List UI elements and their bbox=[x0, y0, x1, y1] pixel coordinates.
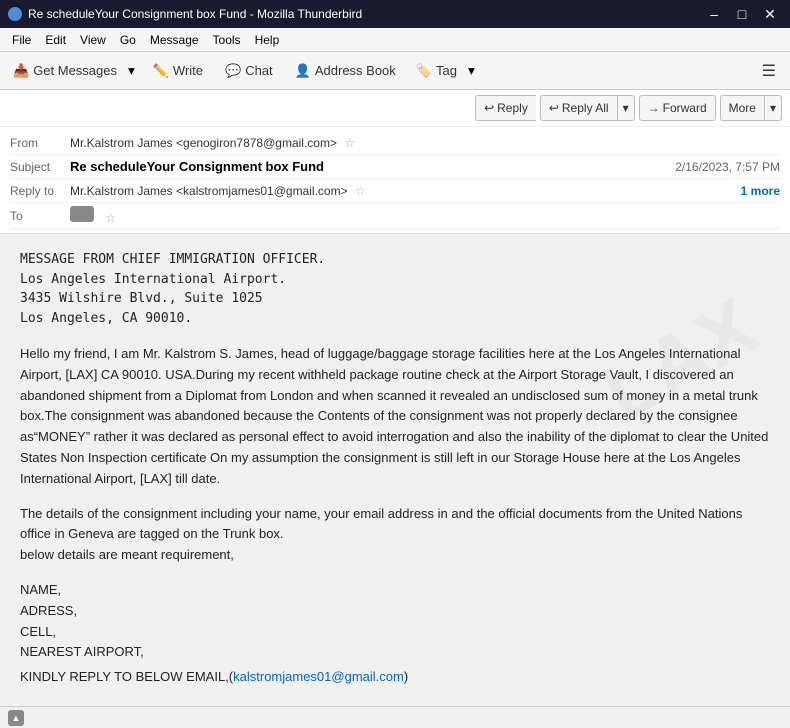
forward-button[interactable]: → Forward bbox=[639, 95, 716, 121]
chat-button[interactable]: 💬 Chat bbox=[216, 56, 282, 86]
email-list: NAME, ADRESS, CELL, NEAREST AIRPORT, bbox=[20, 580, 770, 663]
from-star-icon[interactable]: ☆ bbox=[344, 136, 355, 150]
reply-to-label: Reply to bbox=[10, 184, 70, 198]
wifi-symbol: ▲ bbox=[12, 713, 21, 723]
email-paragraph-3: Once I confirm you as the actual recipie… bbox=[20, 702, 770, 706]
forward-label: Forward bbox=[663, 101, 707, 115]
subject-value: Re scheduleYour Consignment box Fund bbox=[70, 159, 675, 174]
status-bar: ▲ bbox=[0, 706, 790, 728]
from-row: From Mr.Kalstrom James <genogiron7878@gm… bbox=[10, 131, 780, 155]
email-preformatted: MESSAGE FROM CHIEF IMMIGRATION OFFICER. … bbox=[0, 234, 790, 344]
reply-all-label: Reply All bbox=[562, 101, 609, 115]
address-book-button[interactable]: 👤 Address Book bbox=[286, 56, 405, 86]
menu-message[interactable]: Message bbox=[144, 31, 205, 49]
menu-file[interactable]: File bbox=[6, 31, 37, 49]
subject-label: Subject bbox=[10, 160, 70, 174]
from-label: From bbox=[10, 136, 70, 150]
menu-view[interactable]: View bbox=[74, 31, 112, 49]
reply-to-star-icon[interactable]: ☆ bbox=[355, 184, 366, 198]
reply-to-value: Mr.Kalstrom James <kalstromjames01@gmail… bbox=[70, 184, 741, 198]
write-icon: ✏️ bbox=[153, 63, 169, 79]
from-text: Mr.Kalstrom James <genogiron7878@gmail.c… bbox=[70, 136, 337, 150]
menu-bar: File Edit View Go Message Tools Help bbox=[0, 28, 790, 52]
reply-all-arrow[interactable]: ▾ bbox=[617, 95, 635, 121]
email-content-area: LAX MESSAGE FROM CHIEF IMMIGRATION OFFIC… bbox=[0, 234, 790, 706]
menu-go[interactable]: Go bbox=[114, 31, 142, 49]
get-messages-arrow[interactable]: ▾ bbox=[123, 56, 140, 86]
menu-help[interactable]: Help bbox=[249, 31, 286, 49]
close-button[interactable]: ✕ bbox=[758, 5, 782, 23]
hamburger-button[interactable]: ☰ bbox=[754, 57, 784, 85]
tag-arrow[interactable]: ▾ bbox=[463, 56, 480, 86]
get-messages-button[interactable]: 📥 Get Messages bbox=[6, 56, 123, 86]
email-fields: From Mr.Kalstrom James <genogiron7878@gm… bbox=[0, 127, 790, 233]
email-action-toolbar: ↩ Reply ↩ Reply All ▾ → Forward More ▾ bbox=[0, 90, 790, 127]
main-toolbar: 📥 Get Messages ▾ ✏️ Write 💬 Chat 👤 Addre… bbox=[0, 52, 790, 90]
reply-all-group: ↩ Reply All ▾ bbox=[540, 95, 635, 121]
reply-button[interactable]: ↩ Reply bbox=[475, 95, 536, 121]
reply-email-link[interactable]: kalstromjames01@gmail.com bbox=[233, 669, 404, 684]
email-paragraph-2: The details of the consignment including… bbox=[20, 504, 770, 566]
email-kindly-line: KINDLY REPLY TO BELOW EMAIL,(kalstromjam… bbox=[20, 667, 770, 688]
reply-label: Reply bbox=[497, 101, 528, 115]
title-bar: Re scheduleYour Consignment box Fund - M… bbox=[0, 0, 790, 28]
reply-to-row: Reply to Mr.Kalstrom James <kalstromjame… bbox=[10, 179, 780, 203]
to-label: To bbox=[10, 209, 70, 223]
more-button[interactable]: More bbox=[720, 95, 764, 121]
address-book-label: Address Book bbox=[315, 63, 396, 78]
connection-icon: ▲ bbox=[8, 710, 24, 726]
forward-icon: → bbox=[648, 101, 660, 115]
get-messages-icon: 📥 bbox=[13, 63, 29, 79]
email-header: ↩ Reply ↩ Reply All ▾ → Forward More ▾ bbox=[0, 90, 790, 234]
write-button[interactable]: ✏️ Write bbox=[144, 56, 212, 86]
email-body-section: Hello my friend, I am Mr. Kalstrom S. Ja… bbox=[0, 344, 790, 706]
address-book-icon: 👤 bbox=[295, 63, 311, 79]
reply-all-button[interactable]: ↩ Reply All bbox=[540, 95, 617, 121]
maximize-button[interactable]: □ bbox=[730, 5, 754, 23]
menu-tools[interactable]: Tools bbox=[207, 31, 247, 49]
to-row: To ☆ bbox=[10, 203, 780, 229]
subject-row: Subject Re scheduleYour Consignment box … bbox=[10, 155, 780, 179]
app-icon bbox=[8, 7, 22, 21]
reply-to-text: Mr.Kalstrom James <kalstromjames01@gmail… bbox=[70, 184, 348, 198]
chat-label: Chat bbox=[245, 63, 272, 78]
email-paragraph-1: Hello my friend, I am Mr. Kalstrom S. Ja… bbox=[20, 344, 770, 490]
write-label: Write bbox=[173, 63, 203, 78]
to-star-icon[interactable]: ☆ bbox=[105, 211, 116, 225]
to-value: ☆ bbox=[70, 206, 780, 225]
more-arrow[interactable]: ▾ bbox=[764, 95, 782, 121]
reply-icon: ↩ bbox=[484, 101, 494, 115]
get-messages-label: Get Messages bbox=[33, 63, 117, 78]
minimize-button[interactable]: ‒ bbox=[702, 5, 726, 23]
reply-group: ↩ Reply bbox=[475, 95, 536, 121]
kindly-end: ) bbox=[404, 669, 408, 684]
tag-button[interactable]: 🏷️ Tag bbox=[409, 56, 463, 86]
menu-edit[interactable]: Edit bbox=[39, 31, 72, 49]
chat-icon: 💬 bbox=[225, 63, 241, 79]
main-layout: ↩ Reply ↩ Reply All ▾ → Forward More ▾ bbox=[0, 90, 790, 728]
tag-label: Tag bbox=[436, 63, 457, 78]
recipient-avatar bbox=[70, 206, 94, 222]
reply-all-icon: ↩ bbox=[549, 101, 559, 115]
more-group: More ▾ bbox=[720, 95, 782, 121]
get-messages-group: 📥 Get Messages ▾ bbox=[6, 56, 140, 86]
window-title: Re scheduleYour Consignment box Fund - M… bbox=[28, 7, 362, 21]
email-date: 2/16/2023, 7:57 PM bbox=[675, 160, 780, 174]
tag-icon: 🏷️ bbox=[416, 63, 432, 79]
tag-group: 🏷️ Tag ▾ bbox=[409, 56, 480, 86]
more-recipients[interactable]: 1 more bbox=[741, 184, 780, 198]
from-value: Mr.Kalstrom James <genogiron7878@gmail.c… bbox=[70, 136, 780, 150]
kindly-text: KINDLY REPLY TO BELOW EMAIL,( bbox=[20, 669, 233, 684]
email-scroll-area[interactable]: LAX MESSAGE FROM CHIEF IMMIGRATION OFFIC… bbox=[0, 234, 790, 706]
more-label: More bbox=[729, 101, 756, 115]
